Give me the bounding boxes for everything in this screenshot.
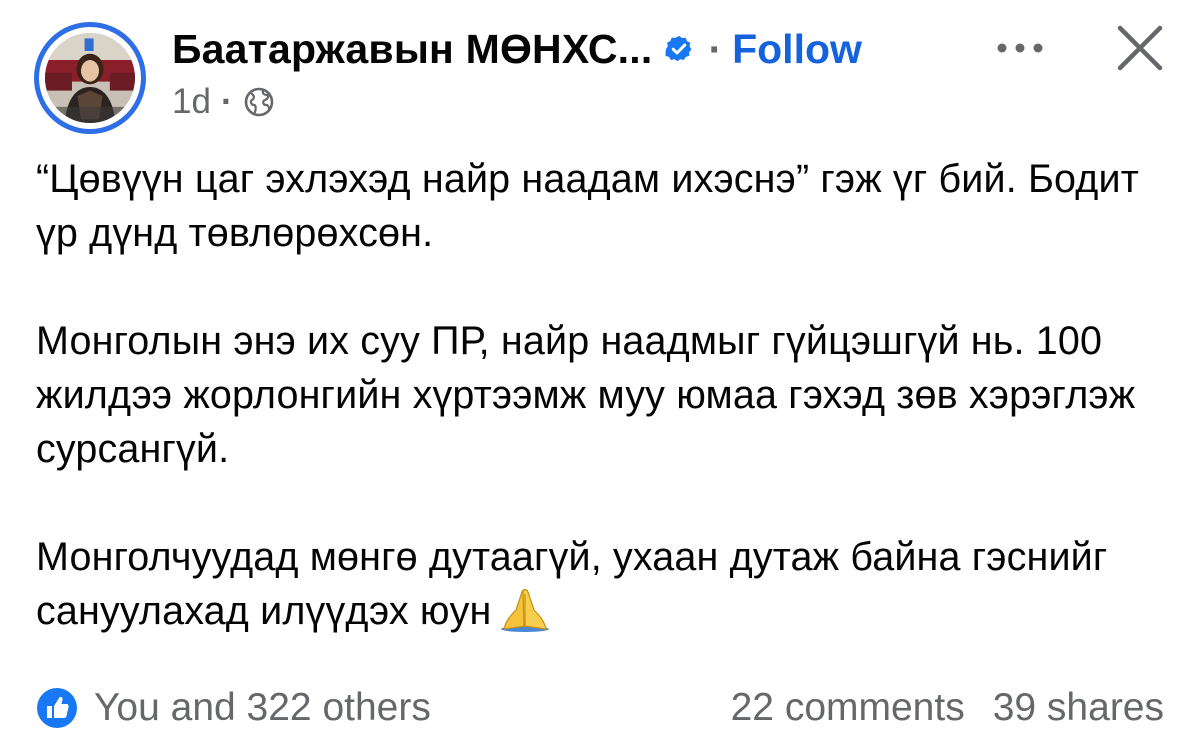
verified-badge-icon (664, 34, 694, 64)
follow-button[interactable]: Follow (732, 26, 862, 73)
like-reaction-icon (36, 687, 78, 729)
more-options-button[interactable] (990, 24, 1050, 74)
folded-hands-emoji-icon (498, 586, 552, 632)
separator-dot: · (708, 25, 723, 72)
reactions-summary[interactable]: You and 322 others (36, 686, 431, 730)
reactions-count-text: You and 322 others (94, 686, 431, 729)
post-header: Баатаржавын МӨНХС... · Follow 1d · (0, 0, 1200, 140)
globe-icon (243, 86, 275, 118)
meta-separator-dot: · (220, 82, 233, 121)
avatar-photo (45, 33, 135, 123)
post-meta: 1d · (172, 82, 275, 122)
post-timestamp[interactable]: 1d (172, 82, 211, 122)
close-icon (1117, 25, 1163, 71)
more-horizontal-icon (997, 43, 1043, 53)
post-paragraph-3-wrapper: Монголчуудад мөнгө дутаагүй, ухаан дутаж… (36, 530, 1176, 638)
author-name[interactable]: Баатаржавын МӨНХС... (172, 26, 652, 73)
shares-count-link[interactable]: 39 shares (993, 686, 1164, 730)
author-line: Баатаржавын МӨНХС... · Follow (172, 22, 862, 76)
comments-count-link[interactable]: 22 comments (731, 686, 965, 730)
post-text: “Цөвүүн цаг эхлэхэд найр наадам ихэснэ” … (36, 152, 1176, 638)
engagement-stats: 22 comments 39 shares (731, 686, 1164, 730)
post-paragraph-2: Монголын энэ их суу ПР, найр наадмыг гүй… (36, 319, 1136, 471)
post-paragraph-3: Монголчуудад мөнгө дутаагүй, ухаан дутаж… (36, 535, 1108, 633)
post-footer: You and 322 others 22 comments 39 shares (0, 680, 1200, 736)
avatar[interactable] (34, 22, 146, 134)
close-button[interactable] (1112, 20, 1168, 76)
post-paragraph-1: “Цөвүүн цаг эхлэхэд найр наадам ихэснэ” … (36, 157, 1139, 255)
